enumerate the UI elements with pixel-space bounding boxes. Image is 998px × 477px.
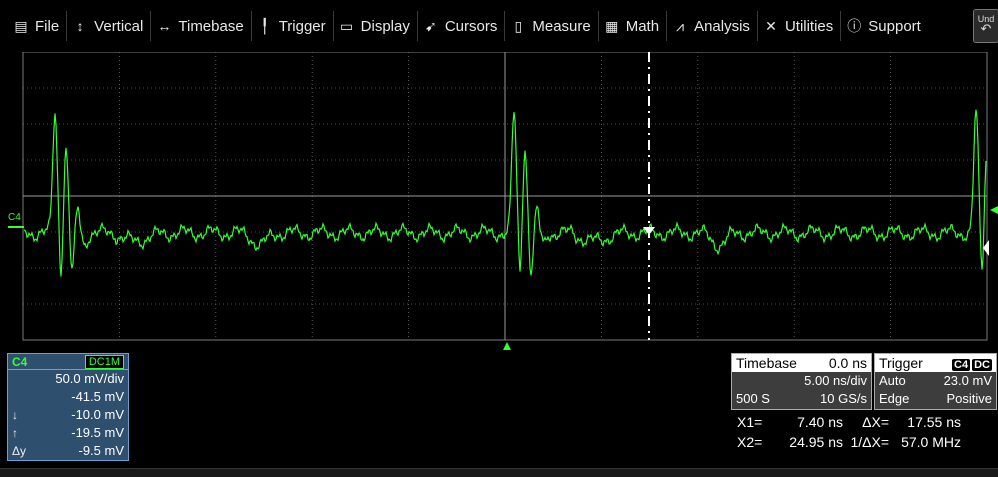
- dx-label: ΔX=: [862, 414, 889, 430]
- timebase-scale: 5.00 ns/div: [804, 373, 867, 388]
- trigger-source-badge: C4: [952, 359, 971, 371]
- trigger-type-row: Edge Positive: [875, 390, 996, 408]
- trigger-level-marker-icon: [990, 206, 998, 214]
- channel-marker-label: C4: [8, 212, 21, 223]
- measure-icon: ▯: [514, 17, 523, 34]
- trigger-level: 23.0 mV: [943, 373, 992, 388]
- timebase-scale-row: 5.00 ns/div: [732, 372, 871, 390]
- menu-analysis-label: Analysis: [694, 17, 750, 35]
- cursor2-arrow-icon: ↑: [12, 426, 18, 440]
- menu-vertical-label: Vertical: [94, 17, 144, 35]
- file-icon: ▤: [14, 17, 28, 34]
- timebase-header: Timebase 0.0 ns: [732, 354, 871, 372]
- menu-cursors[interactable]: ➹ Cursors: [418, 11, 506, 41]
- tools-icon: ✕: [765, 17, 777, 34]
- cursor-readout: X1= 7.40 ns ΔX= 17.55 ns X2= 24.95 ns 1/…: [737, 412, 992, 452]
- vertical-arrows-icon: ↕: [76, 18, 84, 34]
- channel-cursor1-row: ↓ -10.0 mV: [8, 406, 128, 424]
- calculator-icon: ▦: [605, 17, 619, 34]
- undo-icon: ↶: [980, 21, 992, 36]
- trigger-mode: Auto: [879, 373, 906, 388]
- trigger-icon: ╿: [260, 17, 269, 34]
- channel-offset: -41.5 mV: [71, 389, 124, 404]
- cursor-readout-row1: X1= 7.40 ns ΔX= 17.55 ns: [737, 412, 992, 432]
- info-icon: ⓘ: [847, 18, 862, 34]
- menu-file-label: File: [35, 17, 60, 35]
- menu-cursors-label: Cursors: [444, 17, 498, 35]
- channel-scale-row: 50.0 mV/div: [8, 370, 128, 388]
- timebase-delay: 0.0 ns: [828, 355, 867, 371]
- channel-offset-row: -41.5 mV: [8, 388, 128, 406]
- menu-trigger-label: Trigger: [278, 17, 326, 35]
- graticule[interactable]: C4: [0, 52, 998, 352]
- menu-display[interactable]: ▭ Display: [334, 11, 418, 41]
- timebase-sample-row: 500 S 10 GS/s: [732, 390, 871, 408]
- dx-value: 17.55 ns: [907, 414, 961, 430]
- trigger-type: Edge: [879, 391, 910, 406]
- waveform-display[interactable]: C4: [0, 52, 998, 352]
- menu-display-label: Display: [360, 17, 410, 35]
- trigger-position-marker-icon: [503, 342, 511, 350]
- channel-cursor1-value: -10.0 mV: [71, 407, 124, 422]
- x2-label: X2=: [737, 434, 763, 450]
- delta-y-label: Δy: [12, 444, 27, 458]
- trigger-descriptor[interactable]: Trigger C4 DC Auto 23.0 mV Edge Positive: [874, 353, 997, 410]
- x2-value: 24.95 ns: [789, 434, 843, 450]
- cursor-arrow-icon: ➹: [424, 17, 437, 34]
- menu-support[interactable]: ⓘ Support: [841, 11, 928, 41]
- analysis-chart-icon: ⩘: [676, 17, 685, 34]
- menu-trigger[interactable]: ╿ Trigger: [252, 11, 334, 41]
- channel-coupling-badge: DC1M: [84, 354, 124, 369]
- timebase-rate: 10 GS/s: [820, 391, 867, 406]
- timebase-title: Timebase: [736, 355, 797, 371]
- menu-utilities[interactable]: ✕ Utilities: [758, 11, 842, 41]
- trigger-mode-row: Auto 23.0 mV: [875, 372, 996, 390]
- trigger-header: Trigger C4 DC: [875, 354, 996, 372]
- channel-header: C4 DC1M: [8, 354, 128, 370]
- menu-timebase[interactable]: ↔ Timebase: [151, 11, 252, 41]
- menu-analysis[interactable]: ⩘ Analysis: [667, 11, 758, 41]
- inv-dx-label: 1/ΔX=: [850, 434, 889, 450]
- menu-measure-label: Measure: [532, 17, 591, 35]
- channel-descriptor-c4[interactable]: C4 DC1M 50.0 mV/div -41.5 mV ↓ -10.0 mV …: [7, 353, 129, 461]
- inv-dx-value: 57.0 MHz: [901, 434, 961, 450]
- menu-timebase-label: Timebase: [178, 17, 244, 35]
- menu-bar: ▤ File ↕ Vertical ↔ Timebase ╿ Trigger ▭ Display ➹…: [0, 0, 998, 52]
- cursor-readout-row2: X2= 24.95 ns 1/ΔX= 57.0 MHz: [737, 432, 992, 452]
- display-icon: ▭: [340, 17, 354, 34]
- menu-measure[interactable]: ▯ Measure: [505, 11, 599, 41]
- channel-cursor2-row: ↑ -19.5 mV: [8, 424, 128, 442]
- timebase-samples: 500 S: [736, 391, 770, 406]
- timebase-descriptor[interactable]: Timebase 0.0 ns 5.00 ns/div 500 S 10 GS/…: [731, 353, 872, 410]
- menu-vertical[interactable]: ↕ Vertical: [67, 11, 152, 41]
- channel-name: C4: [12, 354, 28, 369]
- menu-utilities-label: Utilities: [784, 17, 834, 35]
- x1-label: X1=: [737, 414, 763, 430]
- channel-scale: 50.0 mV/div: [55, 371, 124, 386]
- trigger-slope: Positive: [946, 391, 992, 406]
- horizontal-arrows-icon: ↔: [157, 18, 172, 34]
- channel-delta-row: Δy -9.5 mV: [8, 442, 128, 460]
- menu-file[interactable]: ▤ File: [8, 11, 68, 41]
- trigger-title: Trigger: [879, 355, 923, 371]
- channel-cursor2-value: -19.5 mV: [71, 425, 124, 440]
- menu-math-label: Math: [625, 17, 660, 35]
- status-strip: [0, 468, 998, 477]
- channel-delta-value: -9.5 mV: [78, 443, 124, 458]
- trigger-coupling-badge: DC: [972, 359, 992, 371]
- undo-button[interactable]: Und ↶: [973, 9, 998, 43]
- cursor1-arrow-icon: ↓: [12, 408, 18, 422]
- menu-math[interactable]: ▦ Math: [599, 11, 668, 41]
- menu-support-label: Support: [868, 17, 921, 35]
- x1-value: 7.40 ns: [797, 414, 843, 430]
